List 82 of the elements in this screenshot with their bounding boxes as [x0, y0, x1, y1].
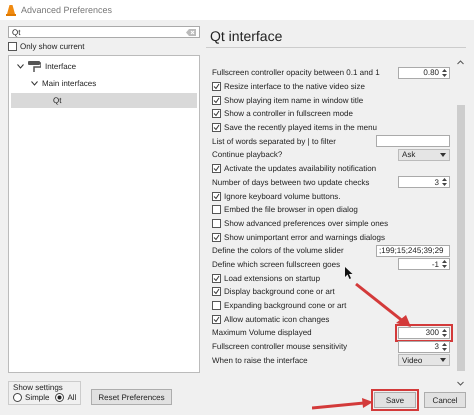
setting-label: Expanding background cone or art [224, 301, 346, 310]
scrollbar[interactable] [455, 60, 466, 386]
check-icon [213, 234, 220, 241]
panel-title: Qt interface [206, 26, 466, 48]
spin-box[interactable]: 3 [398, 340, 450, 353]
spin-arrows-icon[interactable] [442, 342, 447, 351]
setting-label: Continue playback? [212, 150, 282, 160]
setting-label: Resize interface to the native video size [224, 82, 365, 92]
mouse-cursor-icon [345, 267, 353, 279]
checkbox[interactable] [212, 96, 221, 105]
setting-label: Define which screen fullscreen goes [212, 260, 340, 269]
setting-label: Show unimportant error and warnings dialogs [224, 232, 385, 242]
setting-label: Allow automatic icon changes [224, 314, 330, 324]
setting-label: Number of days between two update checks [212, 178, 370, 187]
setting-label: Display background cone or art [224, 287, 335, 296]
reset-button[interactable]: Reset Preferences [91, 389, 172, 405]
setting-label: Maximum Volume displayed [212, 328, 312, 338]
paint-roller-icon [28, 61, 41, 72]
scroll-up-icon[interactable] [457, 60, 464, 65]
setting-label: Define the colors of the volume slider [212, 246, 344, 256]
radio-button[interactable] [13, 393, 22, 402]
checkbox[interactable] [212, 314, 221, 324]
setting-label: Show a controller in fullscreen mode [224, 109, 353, 118]
setting-label: Show advanced preferences over simple ones [224, 218, 388, 228]
checkbox-label: Only show current [20, 42, 84, 51]
checkbox[interactable] [212, 232, 221, 242]
spin-box[interactable]: 300 [398, 326, 450, 339]
spin-box[interactable]: 3 [398, 176, 450, 188]
dropdown[interactable]: Video [398, 354, 450, 366]
group-title: Show settings [13, 383, 64, 392]
text-field[interactable]: ;199;15;245;39;29 [376, 244, 450, 257]
setting-label: Fullscreen controller mouse sensitivity [212, 342, 348, 352]
setting-label: List of words separated by | to filter [212, 136, 336, 146]
setting-label: Fullscreen controller opacity between 0.1 and 1 [212, 68, 380, 78]
checkbox[interactable] [212, 82, 221, 92]
checkbox[interactable] [212, 218, 221, 228]
radio-label: All [67, 393, 76, 402]
checkbox[interactable] [212, 192, 221, 201]
checkbox[interactable] [212, 164, 221, 174]
checkbox[interactable] [212, 123, 221, 132]
dropdown[interactable]: Ask [398, 148, 450, 161]
checkbox[interactable] [212, 274, 221, 283]
spin-box[interactable]: -1 [398, 258, 450, 270]
check-icon [213, 165, 220, 172]
spin-box[interactable]: 0.80 [398, 66, 450, 79]
cancel-button[interactable]: Cancel [424, 392, 466, 408]
save-button[interactable]: Save [374, 392, 416, 408]
checkbox[interactable] [212, 205, 221, 214]
scroll-down-icon[interactable] [457, 381, 464, 386]
setting-label: When to raise the interface [212, 356, 308, 365]
tree-item[interactable]: Qt [11, 93, 197, 108]
window-title: Advanced Preferences [21, 5, 112, 15]
radio-button[interactable] [55, 393, 64, 402]
setting-label: Ignore keyboard volume buttons. [224, 192, 341, 201]
setting-label: Activate the updates availability notification [224, 164, 376, 174]
checkbox[interactable] [212, 301, 221, 310]
spin-arrows-icon[interactable] [442, 260, 447, 268]
checkbox[interactable] [8, 42, 17, 51]
tree-item[interactable]: Interface [11, 59, 197, 74]
search-field[interactable]: Qt [8, 26, 200, 38]
setting-label: Save the recently played items in the menu [224, 123, 377, 132]
setting-label: Embed the file browser in open dialog [224, 205, 358, 214]
tree-item[interactable]: Main interfaces [11, 76, 197, 91]
spin-arrows-icon[interactable] [442, 328, 447, 337]
radio-label: Simple [25, 393, 50, 402]
text-field[interactable] [376, 135, 450, 148]
setting-label: Show playing item name in window title [224, 96, 364, 105]
check-icon [213, 192, 220, 200]
checkbox[interactable] [212, 109, 221, 118]
check-icon [213, 316, 220, 323]
chevron-icon[interactable] [31, 81, 38, 86]
spin-arrows-icon[interactable] [442, 68, 447, 77]
chevron-icon[interactable] [17, 64, 24, 69]
tree-label: Main interfaces [42, 79, 96, 88]
setting-label: Load extensions on startup [224, 274, 320, 283]
caret-icon [440, 358, 446, 362]
traffic-cone-icon [6, 4, 16, 16]
tree-label: Qt [52, 96, 62, 105]
caret-icon [440, 152, 446, 157]
checkbox[interactable] [212, 287, 221, 296]
tree-label: Interface [45, 62, 76, 71]
spin-arrows-icon[interactable] [442, 178, 447, 186]
